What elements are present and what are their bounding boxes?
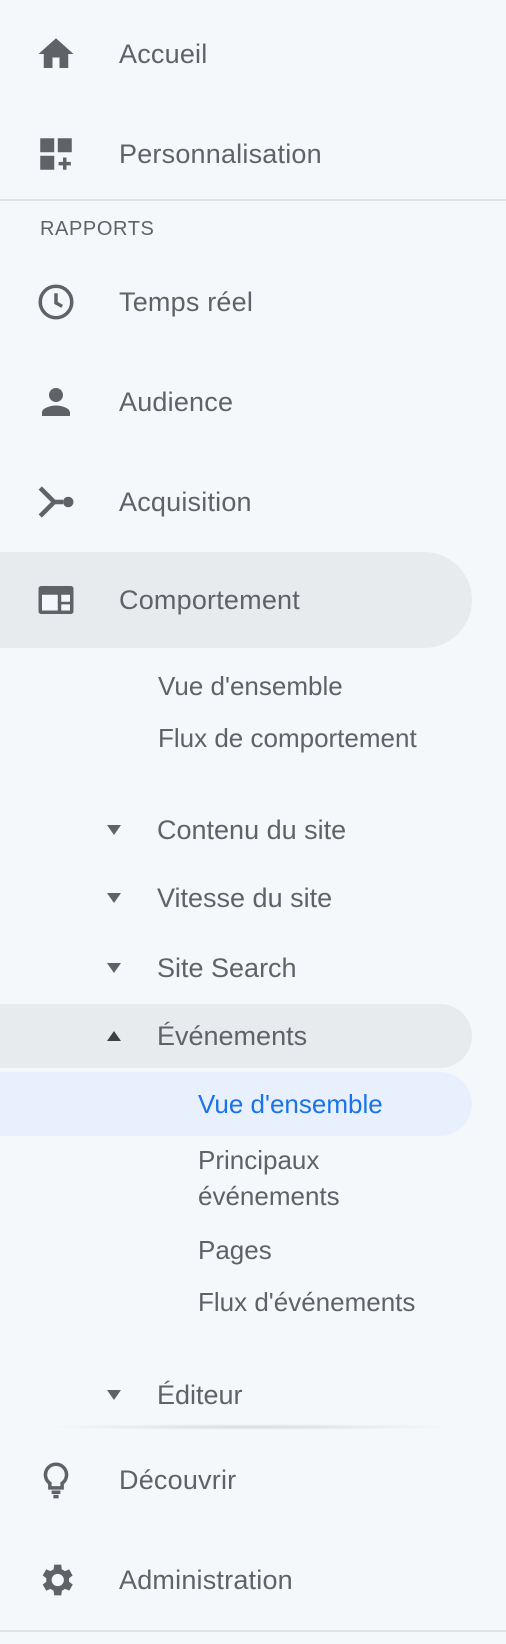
dashboard-add-icon: [35, 133, 77, 175]
nav-subitem-behavior-flow[interactable]: Flux de comportement: [158, 720, 418, 756]
nav-group-events[interactable]: Événements: [0, 1004, 472, 1068]
web-layout-icon: [35, 579, 77, 621]
nav-item-discover-label: Découvrir: [119, 1464, 237, 1495]
home-icon: [35, 33, 77, 75]
nav-group-publisher-label: Éditeur: [157, 1379, 243, 1410]
nav-item-behavior-label: Comportement: [119, 584, 300, 615]
person-icon: [35, 381, 77, 423]
nav-group-site-search[interactable]: Site Search: [0, 936, 472, 1000]
nav-group-publisher[interactable]: Éditeur: [0, 1363, 472, 1427]
nav-item-realtime-label: Temps réel: [119, 286, 254, 317]
nav-item-customization[interactable]: Personnalisation: [0, 106, 472, 202]
nav-subitem-pages[interactable]: Pages: [198, 1232, 272, 1268]
nav-item-realtime[interactable]: Temps réel: [0, 254, 472, 350]
clock-icon: [35, 281, 77, 323]
nav-item-audience[interactable]: Audience: [0, 354, 472, 450]
lightbulb-icon: [35, 1459, 77, 1501]
nav-item-discover[interactable]: Découvrir: [0, 1432, 472, 1528]
triangle-down-icon: [106, 960, 122, 976]
nav-subitem-top-events[interactable]: Principaux événements: [198, 1142, 428, 1214]
nav-item-acquisition[interactable]: Acquisition: [0, 454, 472, 550]
nav-item-admin-label: Administration: [119, 1564, 293, 1595]
nav-item-home-label: Accueil: [119, 38, 208, 69]
nav-group-site-speed-label: Vitesse du site: [157, 882, 333, 913]
triangle-up-icon: [106, 1028, 122, 1044]
section-label-reports: RAPPORTS: [40, 218, 155, 240]
nav-item-behavior[interactable]: Comportement: [0, 552, 472, 648]
nav-subitem-events-overview-label: Vue d'ensemble: [198, 1089, 383, 1119]
nav-subitem-behavior-overview[interactable]: Vue d'ensemble: [158, 668, 343, 704]
nav-group-site-speed[interactable]: Vitesse du site: [0, 866, 472, 930]
nav-item-admin[interactable]: Administration: [0, 1532, 472, 1628]
divider: [0, 199, 506, 201]
nav-subitem-events-overview[interactable]: Vue d'ensemble: [0, 1072, 472, 1136]
triangle-down-icon: [106, 890, 122, 906]
nav-item-audience-label: Audience: [119, 386, 234, 417]
sidebar-nav: Accueil Personnalisation RAPPORTS Temps …: [0, 0, 506, 1644]
nav-item-customization-label: Personnalisation: [119, 138, 322, 169]
nav-item-acquisition-label: Acquisition: [119, 486, 252, 517]
nav-item-home[interactable]: Accueil: [0, 6, 472, 102]
nav-subitem-events-flow[interactable]: Flux d'événements: [198, 1284, 428, 1320]
divider: [0, 1630, 506, 1632]
nav-group-events-label: Événements: [157, 1020, 308, 1051]
triangle-down-icon: [106, 1387, 122, 1403]
nav-group-site-content-label: Contenu du site: [157, 814, 347, 845]
gear-icon: [35, 1559, 77, 1601]
divider-shadow: [40, 1424, 460, 1430]
triangle-down-icon: [106, 822, 122, 838]
nav-group-site-content[interactable]: Contenu du site: [0, 798, 472, 862]
nav-group-site-search-label: Site Search: [157, 952, 297, 983]
merge-icon: [35, 481, 77, 523]
